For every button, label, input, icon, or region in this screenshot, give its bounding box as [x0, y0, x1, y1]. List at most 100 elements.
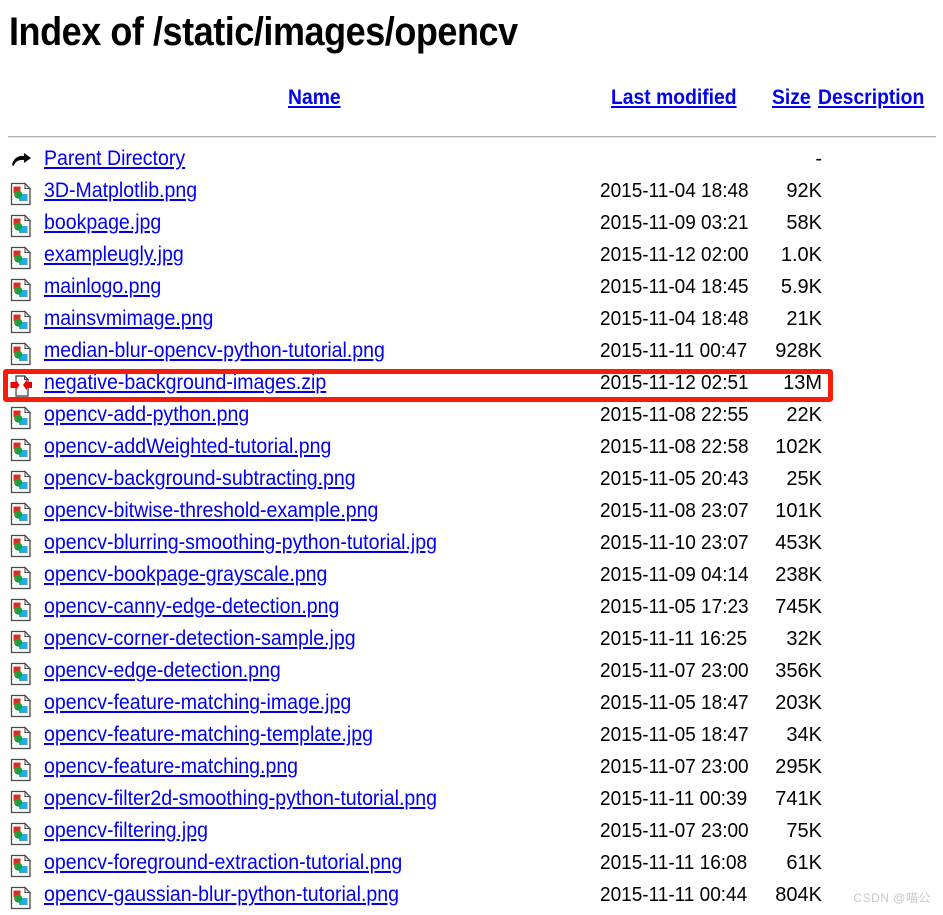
- image-file-icon: [9, 214, 33, 238]
- image-file-icon: [9, 246, 33, 270]
- file-size: 356K: [775, 660, 822, 682]
- file-size: 25K: [786, 468, 822, 490]
- image-file-icon: [9, 854, 33, 878]
- table-row[interactable]: exampleugly.jpg 2015-11-12 02:00 1.0K: [0, 242, 943, 274]
- image-file-icon: [9, 566, 33, 590]
- table-row[interactable]: 3D-Matplotlib.png 2015-11-04 18:48 92K: [0, 178, 943, 210]
- file-link[interactable]: opencv-blurring-smoothing-python-tutoria…: [44, 531, 437, 555]
- file-link[interactable]: bookpage.jpg: [44, 211, 161, 235]
- table-row[interactable]: mainsvmimage.png 2015-11-04 18:48 21K: [0, 306, 943, 338]
- file-link[interactable]: opencv-background-subtracting.png: [44, 467, 356, 491]
- file-link[interactable]: opencv-edge-detection.png: [44, 659, 281, 683]
- file-link[interactable]: opencv-feature-matching.png: [44, 755, 298, 779]
- file-size: 102K: [775, 436, 822, 458]
- table-row[interactable]: opencv-corner-detection-sample.jpg 2015-1…: [0, 626, 943, 658]
- file-link[interactable]: exampleugly.jpg: [44, 243, 184, 267]
- file-link[interactable]: opencv-filter2d-smoothing-python-tutoria…: [44, 787, 437, 811]
- image-file-icon: [9, 662, 33, 686]
- table-row[interactable]: opencv-foreground-extraction-tutorial.pn…: [0, 850, 943, 882]
- file-link[interactable]: negative-background-images.zip: [44, 371, 326, 395]
- back-arrow-icon: [9, 150, 33, 174]
- table-row[interactable]: opencv-feature-matching-image.jpg 2015-11…: [0, 690, 943, 722]
- file-size: 92K: [786, 180, 822, 202]
- column-header-name[interactable]: Name: [288, 86, 341, 110]
- table-row[interactable]: opencv-edge-detection.png 2015-11-07 23:0…: [0, 658, 943, 690]
- file-size: 75K: [786, 820, 822, 842]
- file-link[interactable]: opencv-gaussian-blur-python-tutorial.png: [44, 883, 399, 907]
- file-size: 13M: [783, 372, 822, 394]
- file-row-container: Parent Directory - 3D-Matplotlib.png 2015-1…: [0, 146, 943, 914]
- file-size: 61K: [786, 852, 822, 874]
- file-link[interactable]: opencv-canny-edge-detection.png: [44, 595, 339, 619]
- column-header-description[interactable]: Description: [818, 86, 924, 110]
- table-row[interactable]: opencv-bitwise-threshold-example.png 2015…: [0, 498, 943, 530]
- page-title: Index of /static/images/opencv: [9, 10, 518, 54]
- header-divider: [8, 136, 936, 138]
- table-row[interactable]: opencv-canny-edge-detection.png 2015-11-0…: [0, 594, 943, 626]
- file-size: 34K: [786, 724, 822, 746]
- file-link[interactable]: opencv-bitwise-threshold-example.png: [44, 499, 378, 523]
- table-row[interactable]: opencv-add-python.png 2015-11-08 22:55 22K: [0, 402, 943, 434]
- table-row[interactable]: opencv-blurring-smoothing-python-tutoria…: [0, 530, 943, 562]
- file-size: 21K: [786, 308, 822, 330]
- file-size: 238K: [775, 564, 822, 586]
- table-row[interactable]: median-blur-opencv-python-tutorial.png 20…: [0, 338, 943, 370]
- table-row[interactable]: Parent Directory -: [0, 146, 943, 178]
- image-file-icon: [9, 310, 33, 334]
- directory-listing: Name Last modified Size Description Pare…: [0, 86, 943, 910]
- image-file-icon: [9, 406, 33, 430]
- image-file-icon: [9, 470, 33, 494]
- image-file-icon: [9, 630, 33, 654]
- file-link[interactable]: mainsvmimage.png: [44, 307, 213, 331]
- file-link[interactable]: opencv-feature-matching-image.jpg: [44, 691, 351, 715]
- table-row[interactable]: opencv-filtering.jpg 2015-11-07 23:00 75K: [0, 818, 943, 850]
- file-link[interactable]: Parent Directory: [44, 147, 185, 171]
- image-file-icon: [9, 438, 33, 462]
- file-size: 5.9K: [780, 276, 822, 298]
- compressed-file-icon: [9, 374, 33, 398]
- table-row[interactable]: opencv-feature-matching.png 2015-11-07 23…: [0, 754, 943, 786]
- table-row[interactable]: mainlogo.png 2015-11-04 18:45 5.9K: [0, 274, 943, 306]
- file-size: 928K: [775, 340, 822, 362]
- file-link[interactable]: median-blur-opencv-python-tutorial.png: [44, 339, 385, 363]
- file-size: 203K: [775, 692, 822, 714]
- file-link[interactable]: opencv-feature-matching-template.jpg: [44, 723, 373, 747]
- column-header-size[interactable]: Size: [772, 86, 811, 110]
- table-row[interactable]: opencv-background-subtracting.png 2015-11…: [0, 466, 943, 498]
- file-size: 1.0K: [780, 244, 822, 266]
- image-file-icon: [9, 342, 33, 366]
- file-link[interactable]: opencv-corner-detection-sample.jpg: [44, 627, 356, 651]
- file-link[interactable]: opencv-addWeighted-tutorial.png: [44, 435, 331, 459]
- table-row[interactable]: opencv-bookpage-grayscale.png 2015-11-09 …: [0, 562, 943, 594]
- listing-header-row: Name Last modified Size Description: [0, 86, 943, 138]
- image-file-icon: [9, 598, 33, 622]
- file-link[interactable]: 3D-Matplotlib.png: [44, 179, 197, 203]
- file-size: 22K: [786, 404, 822, 426]
- file-link[interactable]: opencv-bookpage-grayscale.png: [44, 563, 327, 587]
- file-size: 453K: [775, 532, 822, 554]
- table-row[interactable]: opencv-addWeighted-tutorial.png 2015-11-0…: [0, 434, 943, 466]
- image-file-icon: [9, 278, 33, 302]
- file-size: 741K: [775, 788, 822, 810]
- file-size: 58K: [786, 212, 822, 234]
- image-file-icon: [9, 182, 33, 206]
- image-file-icon: [9, 502, 33, 526]
- file-size: 804K: [775, 884, 822, 906]
- column-header-last-modified[interactable]: Last modified: [611, 86, 737, 110]
- file-link[interactable]: mainlogo.png: [44, 275, 161, 299]
- image-file-icon: [9, 694, 33, 718]
- file-link[interactable]: opencv-add-python.png: [44, 403, 249, 427]
- table-row[interactable]: negative-background-images.zip 2015-11-12…: [0, 370, 943, 402]
- table-row[interactable]: opencv-feature-matching-template.jpg 2015…: [0, 722, 943, 754]
- file-size: 101K: [775, 500, 822, 522]
- file-link[interactable]: opencv-filtering.jpg: [44, 819, 208, 843]
- image-file-icon: [9, 534, 33, 558]
- table-row[interactable]: bookpage.jpg 2015-11-09 03:21 58K: [0, 210, 943, 242]
- watermark: CSDN @喵公: [853, 891, 931, 905]
- file-link[interactable]: opencv-foreground-extraction-tutorial.pn…: [44, 851, 402, 875]
- image-file-icon: [9, 726, 33, 750]
- file-size: 745K: [775, 596, 822, 618]
- image-file-icon: [9, 790, 33, 814]
- table-row[interactable]: opencv-filter2d-smoothing-python-tutoria…: [0, 786, 943, 818]
- table-row[interactable]: opencv-gaussian-blur-python-tutorial.png…: [0, 882, 943, 914]
